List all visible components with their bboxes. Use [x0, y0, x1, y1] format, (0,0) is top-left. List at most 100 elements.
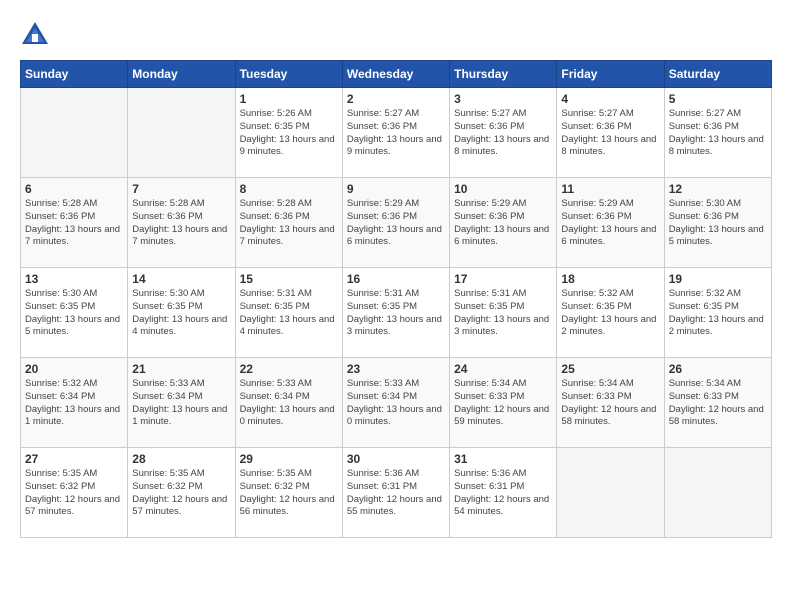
- calendar-cell: 27 Sunrise: 5:35 AM Sunset: 6:32 PM Dayli…: [21, 448, 128, 538]
- calendar-cell: 26Sunrise: 5:34 AM Sunset: 6:33 PM Dayli…: [664, 358, 771, 448]
- page-header: [20, 20, 772, 50]
- header-friday: Friday: [557, 61, 664, 88]
- calendar-header: SundayMondayTuesdayWednesdayThursdayFrid…: [21, 61, 772, 88]
- calendar-cell: 25 Sunrise: 5:34 AM Sunset: 6:33 PM Dayli…: [557, 358, 664, 448]
- day-number: 9: [347, 182, 445, 196]
- day-info: Sunrise: 5:34 AM Sunset: 6:33 PM Dayligh…: [454, 378, 552, 429]
- week-row-2: 6Sunrise: 5:28 AM Sunset: 6:36 PM Daylig…: [21, 178, 772, 268]
- day-number: 14: [132, 272, 230, 286]
- day-info: Sunrise: 5:30 AM Sunset: 6:35 PM Dayligh…: [132, 288, 230, 339]
- header-thursday: Thursday: [450, 61, 557, 88]
- calendar-cell: 30 Sunrise: 5:36 AM Sunset: 6:31 PM Dayli…: [342, 448, 449, 538]
- calendar-cell: 6Sunrise: 5:28 AM Sunset: 6:36 PM Daylig…: [21, 178, 128, 268]
- day-info: Sunrise: 5:35 AM Sunset: 6:32 PM Dayligh…: [132, 468, 230, 519]
- calendar-cell: 8 Sunrise: 5:28 AM Sunset: 6:36 PM Daylig…: [235, 178, 342, 268]
- header-sunday: Sunday: [21, 61, 128, 88]
- calendar-cell: 22Sunrise: 5:33 AM Sunset: 6:34 PM Dayli…: [235, 358, 342, 448]
- day-info: Sunrise: 5:29 AM Sunset: 6:36 PM Dayligh…: [454, 198, 552, 249]
- day-number: 12: [669, 182, 767, 196]
- day-info: Sunrise: 5:35 AM Sunset: 6:32 PM Dayligh…: [240, 468, 338, 519]
- calendar-cell: 9 Sunrise: 5:29 AM Sunset: 6:36 PM Daylig…: [342, 178, 449, 268]
- calendar-cell: 2Sunrise: 5:27 AM Sunset: 6:36 PM Daylig…: [342, 88, 449, 178]
- calendar-cell: 18 Sunrise: 5:32 AM Sunset: 6:35 PM Dayli…: [557, 268, 664, 358]
- calendar-cell: 19 Sunrise: 5:32 AM Sunset: 6:35 PM Dayli…: [664, 268, 771, 358]
- day-info: Sunrise: 5:30 AM Sunset: 6:35 PM Dayligh…: [25, 288, 123, 339]
- calendar-cell: 4 Sunrise: 5:27 AM Sunset: 6:36 PM Daylig…: [557, 88, 664, 178]
- header-row: SundayMondayTuesdayWednesdayThursdayFrid…: [21, 61, 772, 88]
- day-number: 23: [347, 362, 445, 376]
- day-number: 7: [132, 182, 230, 196]
- calendar-cell: [557, 448, 664, 538]
- header-tuesday: Tuesday: [235, 61, 342, 88]
- day-info: Sunrise: 5:29 AM Sunset: 6:36 PM Dayligh…: [561, 198, 659, 249]
- day-info: Sunrise: 5:27 AM Sunset: 6:36 PM Dayligh…: [561, 108, 659, 159]
- day-number: 13: [25, 272, 123, 286]
- day-info: Sunrise: 5:36 AM Sunset: 6:31 PM Dayligh…: [454, 468, 552, 519]
- calendar-cell: 13 Sunrise: 5:30 AM Sunset: 6:35 PM Dayli…: [21, 268, 128, 358]
- calendar-cell: 17Sunrise: 5:31 AM Sunset: 6:35 PM Dayli…: [450, 268, 557, 358]
- calendar-body: 1 Sunrise: 5:26 AM Sunset: 6:35 PM Daylig…: [21, 88, 772, 538]
- day-number: 30: [347, 452, 445, 466]
- day-number: 25: [561, 362, 659, 376]
- calendar-cell: 11 Sunrise: 5:29 AM Sunset: 6:36 PM Dayli…: [557, 178, 664, 268]
- day-info: Sunrise: 5:36 AM Sunset: 6:31 PM Dayligh…: [347, 468, 445, 519]
- calendar-cell: 15 Sunrise: 5:31 AM Sunset: 6:35 PM Dayli…: [235, 268, 342, 358]
- calendar-cell: 16 Sunrise: 5:31 AM Sunset: 6:35 PM Dayli…: [342, 268, 449, 358]
- calendar-cell: 21 Sunrise: 5:33 AM Sunset: 6:34 PM Dayli…: [128, 358, 235, 448]
- day-info: Sunrise: 5:28 AM Sunset: 6:36 PM Dayligh…: [132, 198, 230, 249]
- day-number: 11: [561, 182, 659, 196]
- day-info: Sunrise: 5:28 AM Sunset: 6:36 PM Dayligh…: [25, 198, 123, 249]
- day-number: 3: [454, 92, 552, 106]
- calendar-cell: 14 Sunrise: 5:30 AM Sunset: 6:35 PM Dayli…: [128, 268, 235, 358]
- calendar-cell: 5 Sunrise: 5:27 AM Sunset: 6:36 PM Daylig…: [664, 88, 771, 178]
- day-number: 27: [25, 452, 123, 466]
- calendar-cell: 23 Sunrise: 5:33 AM Sunset: 6:34 PM Dayli…: [342, 358, 449, 448]
- week-row-3: 13 Sunrise: 5:30 AM Sunset: 6:35 PM Dayli…: [21, 268, 772, 358]
- day-number: 15: [240, 272, 338, 286]
- header-saturday: Saturday: [664, 61, 771, 88]
- logo-icon: [20, 20, 50, 50]
- day-info: Sunrise: 5:31 AM Sunset: 6:35 PM Dayligh…: [240, 288, 338, 339]
- day-number: 18: [561, 272, 659, 286]
- calendar-cell: 12 Sunrise: 5:30 AM Sunset: 6:36 PM Dayli…: [664, 178, 771, 268]
- day-info: Sunrise: 5:34 AM Sunset: 6:33 PM Dayligh…: [669, 378, 767, 429]
- day-info: Sunrise: 5:35 AM Sunset: 6:32 PM Dayligh…: [25, 468, 123, 519]
- day-info: Sunrise: 5:32 AM Sunset: 6:35 PM Dayligh…: [561, 288, 659, 339]
- day-number: 10: [454, 182, 552, 196]
- day-info: Sunrise: 5:34 AM Sunset: 6:33 PM Dayligh…: [561, 378, 659, 429]
- day-info: Sunrise: 5:31 AM Sunset: 6:35 PM Dayligh…: [347, 288, 445, 339]
- calendar-cell: [21, 88, 128, 178]
- day-info: Sunrise: 5:32 AM Sunset: 6:35 PM Dayligh…: [669, 288, 767, 339]
- logo: [20, 20, 54, 50]
- day-info: Sunrise: 5:29 AM Sunset: 6:36 PM Dayligh…: [347, 198, 445, 249]
- day-info: Sunrise: 5:33 AM Sunset: 6:34 PM Dayligh…: [347, 378, 445, 429]
- day-number: 1: [240, 92, 338, 106]
- day-number: 24: [454, 362, 552, 376]
- day-info: Sunrise: 5:27 AM Sunset: 6:36 PM Dayligh…: [454, 108, 552, 159]
- day-number: 16: [347, 272, 445, 286]
- day-number: 4: [561, 92, 659, 106]
- day-number: 21: [132, 362, 230, 376]
- week-row-4: 20Sunrise: 5:32 AM Sunset: 6:34 PM Dayli…: [21, 358, 772, 448]
- day-number: 20: [25, 362, 123, 376]
- day-number: 17: [454, 272, 552, 286]
- week-row-1: 1 Sunrise: 5:26 AM Sunset: 6:35 PM Daylig…: [21, 88, 772, 178]
- day-info: Sunrise: 5:33 AM Sunset: 6:34 PM Dayligh…: [132, 378, 230, 429]
- day-info: Sunrise: 5:27 AM Sunset: 6:36 PM Dayligh…: [669, 108, 767, 159]
- day-info: Sunrise: 5:26 AM Sunset: 6:35 PM Dayligh…: [240, 108, 338, 159]
- day-number: 5: [669, 92, 767, 106]
- calendar-cell: 29Sunrise: 5:35 AM Sunset: 6:32 PM Dayli…: [235, 448, 342, 538]
- day-info: Sunrise: 5:28 AM Sunset: 6:36 PM Dayligh…: [240, 198, 338, 249]
- calendar-cell: [664, 448, 771, 538]
- header-monday: Monday: [128, 61, 235, 88]
- week-row-5: 27 Sunrise: 5:35 AM Sunset: 6:32 PM Dayli…: [21, 448, 772, 538]
- calendar-cell: 20Sunrise: 5:32 AM Sunset: 6:34 PM Dayli…: [21, 358, 128, 448]
- calendar-cell: 7 Sunrise: 5:28 AM Sunset: 6:36 PM Daylig…: [128, 178, 235, 268]
- day-number: 8: [240, 182, 338, 196]
- calendar-cell: 10 Sunrise: 5:29 AM Sunset: 6:36 PM Dayli…: [450, 178, 557, 268]
- day-number: 19: [669, 272, 767, 286]
- day-info: Sunrise: 5:30 AM Sunset: 6:36 PM Dayligh…: [669, 198, 767, 249]
- calendar-table: SundayMondayTuesdayWednesdayThursdayFrid…: [20, 60, 772, 538]
- calendar-cell: [128, 88, 235, 178]
- day-number: 22: [240, 362, 338, 376]
